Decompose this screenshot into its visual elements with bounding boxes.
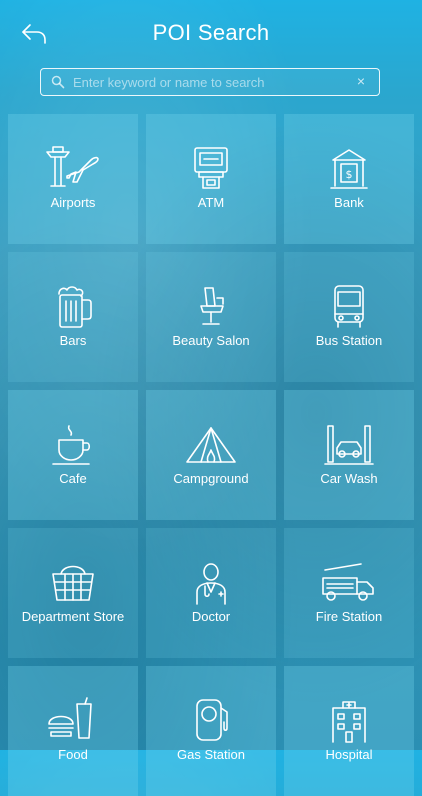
car-wash-icon [324,425,374,465]
category-label: Doctor [191,609,231,624]
category-label: Airports [50,195,96,210]
tent-icon [186,427,236,463]
category-label: Department Store [21,609,125,624]
gas-pump-icon [196,699,228,741]
bus-icon [334,285,364,328]
header: POI Search [0,0,422,64]
category-tile-campground[interactable]: Campground [146,390,276,520]
category-label: Gas Station [177,747,245,762]
atm-icon [194,147,228,189]
category-tile-atm[interactable]: ATM [146,114,276,244]
beer-mug-icon [58,286,92,328]
category-tile-cafe[interactable]: Cafe [8,390,138,520]
category-tile-food[interactable]: Food [8,666,138,796]
category-tile-doctor[interactable]: Doctor [146,528,276,658]
category-label: Bus Station [315,333,383,348]
category-label: Hospital [325,747,373,762]
page-title: POI Search [152,20,270,45]
bank-icon: $ [330,149,368,189]
category-label: Campground [173,471,249,486]
search-icon [51,75,65,89]
search-input[interactable] [73,71,353,93]
category-label: Beauty Salon [172,333,250,348]
category-tile-car-wash[interactable]: Car Wash [284,390,414,520]
hospital-icon [332,701,366,743]
fire-truck-icon [322,563,374,601]
salon-chair-icon [200,287,224,325]
category-label: ATM [197,195,225,210]
svg-text:$: $ [346,168,353,181]
category-label: Bank [334,195,364,210]
category-tile-department-store[interactable]: Department Store [8,528,138,658]
clear-search-button[interactable]: × [357,73,365,89]
category-tile-gas-station[interactable]: Gas Station [146,666,276,796]
food-icon [48,697,92,739]
airport-icon [46,146,99,187]
category-label: Bars [59,333,87,348]
category-label: Cafe [59,471,87,486]
category-label: Fire Station [315,609,383,624]
category-tile-bus-station[interactable]: Bus Station [284,252,414,382]
category-label: Food [58,747,88,762]
search-bar: × [40,68,380,96]
category-tile-fire-station[interactable]: Fire Station [284,528,414,658]
basket-icon [52,565,94,601]
category-label: Car Wash [320,471,378,486]
category-tile-airports[interactable]: Airports [8,114,138,244]
category-tile-bank[interactable]: $ Bank [284,114,414,244]
doctor-icon [196,563,226,605]
category-tile-bars[interactable]: Bars [8,252,138,382]
category-tile-beauty-salon[interactable]: Beauty Salon [146,252,276,382]
category-tile-hospital[interactable]: Hospital [284,666,414,796]
coffee-cup-icon [52,425,91,465]
